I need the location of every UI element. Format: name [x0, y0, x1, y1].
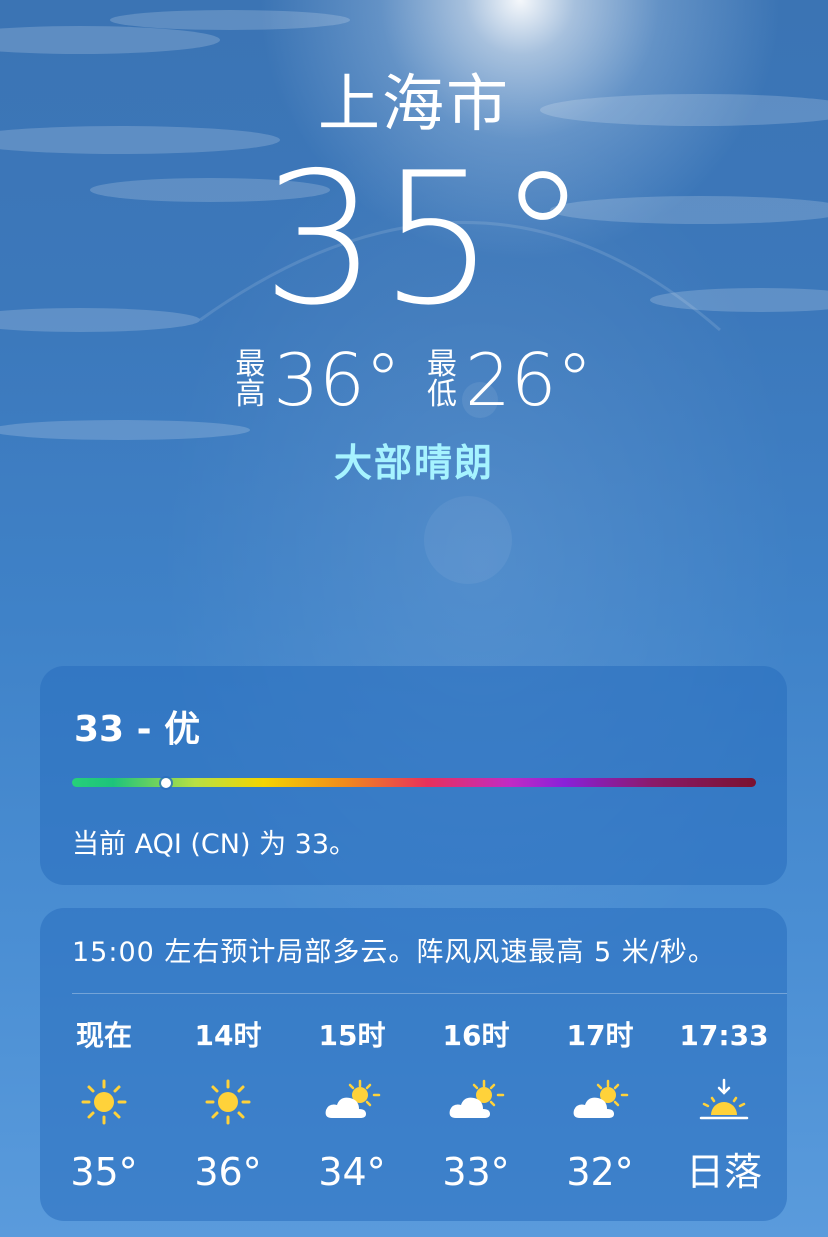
high-label-char-2: 高 [235, 377, 266, 412]
sunset-icon [696, 1062, 752, 1142]
forecast-summary: 15:00 左右预计局部多云。阵风风速最高 5 米/秒。 [72, 937, 716, 968]
low-label-char-1: 最 [427, 347, 457, 382]
hour-temp: 34° [318, 1150, 386, 1194]
sunset-label: 日落 [685, 1150, 762, 1194]
high-low-row: 最 高 36° 最 低 26° [0, 340, 828, 420]
aqi-title: 33 - 优 [74, 709, 201, 750]
hour-label: 15时 [318, 1019, 386, 1052]
low-label: 最 低 [427, 350, 457, 410]
city-name: 上海市 [317, 67, 510, 140]
partly-cloudy-icon [570, 1062, 630, 1142]
hour-temp: 33° [442, 1150, 510, 1194]
hour-temp: 36° [194, 1150, 262, 1194]
forecast-divider [72, 993, 787, 994]
hour-temp: 35° [70, 1150, 138, 1194]
partly-cloudy-icon [446, 1062, 506, 1142]
high-temp: 36° [273, 338, 401, 422]
hour-label: 14时 [194, 1019, 262, 1052]
hour-item: 现在 35° [42, 1010, 166, 1210]
hourly-forecast-row[interactable]: 现在 35° 14时 36° 15时 34° 16时 33° 17时 32° 1… [42, 1010, 787, 1210]
current-temperature: 35° [261, 133, 591, 345]
aqi-indicator-dot [161, 777, 172, 788]
high-temp-group: 最 高 36° [235, 340, 401, 420]
partly-cloudy-icon [322, 1062, 382, 1142]
hour-label: 17时 [566, 1019, 634, 1052]
low-temp-group: 最 低 26° [427, 340, 593, 420]
hour-item: 14时 36° [166, 1010, 290, 1210]
weather-condition: 大部晴朗 [333, 441, 494, 485]
sun-icon [80, 1062, 128, 1142]
hour-item: 15时 34° [290, 1010, 414, 1210]
hour-label: 现在 [75, 1019, 132, 1052]
hour-label: 17:33 [679, 1019, 769, 1052]
hour-item: 17时 32° [538, 1010, 662, 1210]
hour-label: 16时 [442, 1019, 510, 1052]
sun-icon [204, 1062, 252, 1142]
hour-item: 17:33 日落 [662, 1010, 786, 1210]
low-label-char-2: 低 [427, 377, 457, 412]
low-temp: 26° [465, 338, 593, 422]
hour-temp: 32° [566, 1150, 634, 1194]
high-label: 最 高 [235, 350, 265, 410]
high-label-char-1: 最 [235, 347, 266, 382]
aqi-description: 当前 AQI (CN) 为 33。 [72, 829, 357, 860]
hour-item: 16时 33° [414, 1010, 538, 1210]
aqi-scale-bar [72, 777, 756, 788]
